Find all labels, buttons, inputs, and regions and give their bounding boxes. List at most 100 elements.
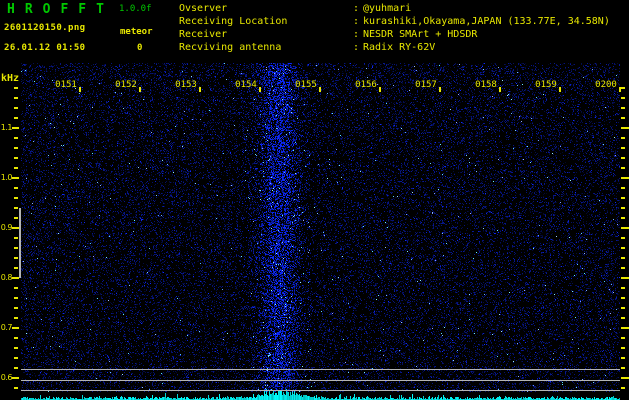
freq-minor-tick-right xyxy=(621,207,625,209)
freq-minor-tick-left xyxy=(14,117,18,119)
freq-minor-tick-left xyxy=(14,237,18,239)
freq-minor-tick-right xyxy=(621,367,625,369)
freq-minor-tick-left xyxy=(14,327,18,329)
freq-minor-tick-right xyxy=(621,107,625,109)
freq-minor-tick-left xyxy=(14,387,18,389)
freq-minor-tick-left xyxy=(14,227,18,229)
freq-minor-tick-left xyxy=(14,257,18,259)
reference-line xyxy=(21,380,620,381)
freq-minor-tick-right xyxy=(621,227,625,229)
freq-tick-label: 0.9 xyxy=(0,223,13,232)
time-tick-mark xyxy=(319,87,321,92)
freq-minor-tick-left xyxy=(14,187,18,189)
time-tick-mark xyxy=(139,87,141,92)
info-value: @yuhmari xyxy=(363,3,412,14)
freq-minor-tick-right xyxy=(621,117,625,119)
freq-minor-tick-right xyxy=(621,157,625,159)
freq-minor-tick-left xyxy=(14,287,18,289)
time-tick-label: 0152 xyxy=(115,80,137,90)
time-tick-label: 0158 xyxy=(475,80,497,90)
freq-minor-tick-right xyxy=(621,127,625,129)
meteor-count-value: 0 xyxy=(137,43,143,53)
freq-minor-tick-right xyxy=(621,87,625,89)
freq-minor-tick-right xyxy=(621,97,625,99)
freq-minor-tick-right xyxy=(621,357,625,359)
freq-minor-tick-right xyxy=(621,217,625,219)
freq-tick-label: 0.8 xyxy=(0,273,13,282)
time-tick-label: 0200 xyxy=(595,80,617,90)
freq-minor-tick-right xyxy=(621,317,625,319)
info-label: Receiver xyxy=(179,29,228,40)
freq-minor-tick-right xyxy=(621,167,625,169)
reference-line xyxy=(21,390,620,391)
freq-minor-tick-left xyxy=(14,177,18,179)
freq-minor-tick-left xyxy=(14,197,18,199)
info-label: Ovserver xyxy=(179,3,228,14)
freq-axis-unit-label: kHz xyxy=(1,73,20,84)
app-version: 1.0.0f xyxy=(119,4,152,14)
info-value: kurashiki,Okayama,JAPAN (133.77E, 34.58N… xyxy=(363,16,610,27)
freq-minor-tick-left xyxy=(14,307,18,309)
info-label: Receiving Location xyxy=(179,16,288,27)
freq-minor-tick-right xyxy=(621,297,625,299)
time-tick-label: 0154 xyxy=(235,80,257,90)
freq-minor-tick-right xyxy=(621,277,625,279)
time-tick-mark xyxy=(559,87,561,92)
observer-info-block: Ovserver: @yuhmari Receiving Location: kura… xyxy=(179,2,610,54)
info-separator: : xyxy=(353,42,360,53)
info-line-1: Receiving Location: kurashiki,Okayama,JAP… xyxy=(179,15,610,28)
output-filename: 2601120150.png xyxy=(4,23,86,33)
freq-minor-tick-right xyxy=(621,337,625,339)
record-datetime: 26.01.12 01:50 xyxy=(4,43,86,53)
reference-line xyxy=(21,369,620,370)
info-value: Radix RY-62V xyxy=(363,42,436,53)
freq-minor-tick-left xyxy=(14,337,18,339)
freq-minor-tick-left xyxy=(14,277,18,279)
info-line-2: Receiver: NESDR SMArt + HDSDR xyxy=(179,28,610,41)
freq-tick-label: 0.7 xyxy=(0,323,13,332)
freq-minor-tick-right xyxy=(621,387,625,389)
freq-minor-tick-right xyxy=(621,197,625,199)
freq-minor-tick-left xyxy=(14,347,18,349)
freq-minor-tick-right xyxy=(621,347,625,349)
freq-minor-tick-right xyxy=(621,327,625,329)
hrofft-output-window: HROFFT 1.0.0f 2601120150.png 26.01.12 01… xyxy=(0,0,629,400)
freq-minor-tick-left xyxy=(14,217,18,219)
freq-minor-tick-left xyxy=(14,297,18,299)
time-tick-label: 0156 xyxy=(355,80,377,90)
freq-minor-tick-right xyxy=(621,177,625,179)
freq-tick-label: 1.0 xyxy=(0,173,13,182)
freq-minor-tick-right xyxy=(621,257,625,259)
time-tick-mark xyxy=(199,87,201,92)
info-label: Recviving antenna xyxy=(179,42,282,53)
freq-minor-tick-left xyxy=(14,107,18,109)
freq-minor-tick-left xyxy=(14,357,18,359)
freq-minor-tick-left xyxy=(14,87,18,89)
time-tick-label: 0157 xyxy=(415,80,437,90)
freq-minor-tick-right xyxy=(621,267,625,269)
freq-minor-tick-right xyxy=(621,307,625,309)
freq-minor-tick-left xyxy=(14,127,18,129)
freq-minor-tick-right xyxy=(621,247,625,249)
time-tick-label: 0159 xyxy=(535,80,557,90)
freq-tick-label: 1.1 xyxy=(0,123,13,132)
time-tick-label: 0151 xyxy=(55,80,77,90)
freq-minor-tick-right xyxy=(621,287,625,289)
freq-minor-tick-right xyxy=(621,377,625,379)
info-separator: : xyxy=(353,16,360,27)
spectrogram-canvas xyxy=(21,63,620,400)
freq-minor-tick-left xyxy=(14,147,18,149)
app-logo: HROFFT xyxy=(7,2,114,17)
freq-minor-tick-left xyxy=(14,137,18,139)
freq-minor-tick-left xyxy=(14,247,18,249)
freq-minor-tick-left xyxy=(14,157,18,159)
freq-minor-tick-left xyxy=(14,367,18,369)
time-tick-label: 0153 xyxy=(175,80,197,90)
time-tick-mark xyxy=(499,87,501,92)
freq-minor-tick-left xyxy=(14,267,18,269)
time-tick-mark xyxy=(379,87,381,92)
time-tick-label: 0155 xyxy=(295,80,317,90)
freq-minor-tick-left xyxy=(14,317,18,319)
info-separator: : xyxy=(353,3,360,14)
time-tick-mark xyxy=(259,87,261,92)
